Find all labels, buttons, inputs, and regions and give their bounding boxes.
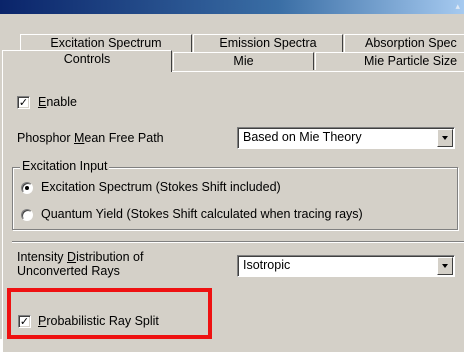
- mean-free-path-dropdown-button[interactable]: [437, 129, 453, 147]
- probabilistic-ray-split-checkbox[interactable]: ✓: [18, 315, 31, 328]
- mean-free-path-label-pre: Phosphor: [17, 131, 74, 145]
- mean-free-path-select[interactable]: Based on Mie Theory: [237, 127, 455, 149]
- mean-free-path-label-post: ean Free Path: [84, 131, 164, 145]
- probabilistic-ray-split-label[interactable]: Probabilistic Ray Split: [38, 314, 159, 328]
- intensity-dropdown-button[interactable]: [437, 257, 453, 275]
- tab-mie[interactable]: Mie: [173, 52, 314, 70]
- tab-label: Absorption Spec: [365, 36, 457, 50]
- tab-mie-particle-size[interactable]: Mie Particle Size: [315, 52, 464, 70]
- tab-label: Controls: [63, 52, 111, 66]
- probabilistic-label-rest: robabilistic Ray Split: [46, 314, 159, 328]
- intensity-label-pre: Intensity: [17, 250, 68, 264]
- window-titlebar: ▴: [0, 0, 464, 14]
- quantum-yield-radio-label[interactable]: Quantum Yield (Stokes Shift calculated w…: [41, 207, 363, 221]
- tab-emission-spectra[interactable]: Emission Spectra: [193, 34, 343, 52]
- enable-label-rest: nable: [46, 95, 77, 109]
- intensity-label-post: istribution of: [76, 250, 144, 264]
- check-mark-icon: ✓: [18, 96, 29, 109]
- excitation-spectrum-radio[interactable]: [21, 182, 33, 194]
- tab-label: Emission Spectra: [219, 36, 317, 50]
- quantum-yield-radio[interactable]: [21, 209, 33, 221]
- tab-controls[interactable]: Controls: [2, 50, 172, 72]
- mean-free-path-mnemonic: M: [73, 131, 85, 145]
- intensity-distribution-select[interactable]: Isotropic: [237, 255, 455, 277]
- tab-label: Excitation Spectrum: [50, 36, 162, 50]
- chevron-down-icon: [442, 264, 448, 268]
- intensity-mnemonic: D: [67, 250, 77, 264]
- excitation-input-title: Excitation Input: [20, 159, 110, 173]
- mean-free-path-label: Phosphor Mean Free Path: [17, 131, 164, 145]
- enable-checkbox[interactable]: ✓: [17, 96, 30, 109]
- radio-selected-dot: [25, 186, 29, 190]
- tab-label: Mie: [233, 54, 254, 68]
- excitation-spectrum-radio-label[interactable]: Excitation Spectrum (Stokes Shift includ…: [41, 180, 281, 194]
- section-divider: [12, 241, 464, 243]
- intensity-label-line2: Unconverted Rays: [17, 264, 120, 278]
- intensity-distribution-label: Intensity Distribution of Unconverted Ra…: [17, 250, 143, 278]
- check-mark-icon: ✓: [19, 315, 30, 328]
- window-control-icon[interactable]: ▴: [455, 0, 460, 12]
- enable-label[interactable]: Enable: [38, 95, 77, 109]
- intensity-distribution-value: Isotropic: [243, 258, 291, 272]
- chevron-down-icon: [442, 136, 448, 140]
- tab-absorption-spectra[interactable]: Absorption Spec: [344, 34, 464, 52]
- tab-label: Mie Particle Size: [364, 54, 458, 68]
- mean-free-path-value: Based on Mie Theory: [243, 130, 362, 144]
